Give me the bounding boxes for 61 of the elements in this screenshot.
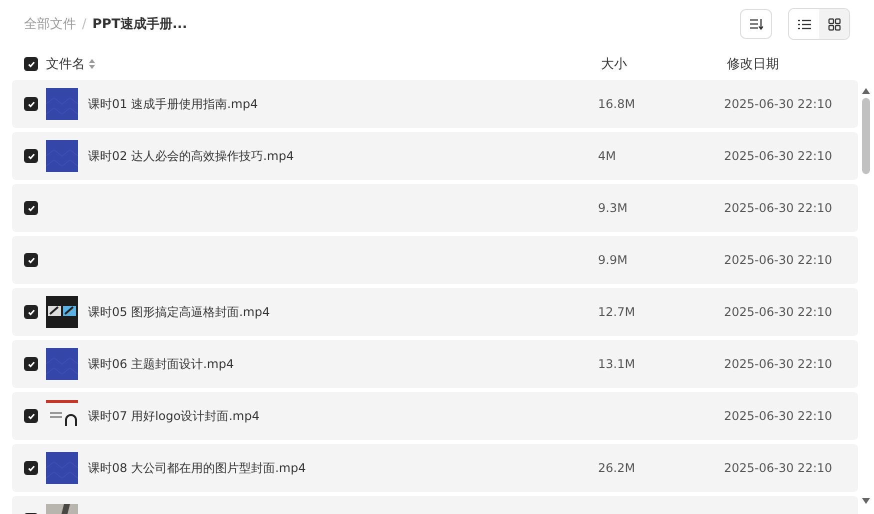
- list-icon: [798, 18, 810, 30]
- file-row[interactable]: 课时05 图形搞定高逼格封面.mp4 12.7M 2025-06-30 22:10: [12, 288, 858, 336]
- file-name: 课时01 速成手册使用指南.mp4: [88, 96, 258, 110]
- check-icon: [26, 308, 36, 316]
- file-name: 课时06 主题封面设计.mp4: [88, 356, 234, 370]
- checkbox[interactable]: [24, 305, 38, 319]
- checkbox[interactable]: [24, 253, 38, 267]
- breadcrumb-item[interactable]: PPT速成手册...: [92, 15, 188, 33]
- file-size: 12.7M: [598, 305, 636, 319]
- checkbox[interactable]: [24, 97, 38, 111]
- modified-date: 2025-06-30 22:10: [724, 97, 832, 111]
- check-icon: [26, 412, 36, 420]
- modified-date: 2025-06-30 22:10: [724, 253, 832, 267]
- sort-icon: [749, 18, 763, 30]
- scroll-down-icon[interactable]: [862, 498, 870, 504]
- scroll-up-icon[interactable]: [862, 88, 870, 94]
- check-icon: [26, 360, 36, 368]
- check-icon: [26, 464, 36, 472]
- file-size: 9.3M: [598, 201, 628, 215]
- sort-icon: [89, 59, 95, 69]
- modified-date: 2025-06-30 22:10: [724, 461, 832, 475]
- file-size: 16.8M: [598, 97, 636, 111]
- check-icon: [26, 60, 36, 68]
- modified-date: 2025-06-30 22:10: [724, 409, 832, 423]
- file-row[interactable]: 课时01 速成手册使用指南.mp4 16.8M 2025-06-30 22:10: [12, 80, 858, 128]
- modified-date: 2025-06-30 22:10: [724, 305, 832, 319]
- checkbox[interactable]: [24, 357, 38, 371]
- column-header: 修改日期: [727, 56, 779, 73]
- column-header[interactable]: 文件名: [46, 55, 85, 73]
- file-name: 课时08 大公司都在用的图片型封面.mp4: [88, 460, 306, 474]
- modified-date: 2025-06-30 22:10: [724, 149, 832, 163]
- checkbox[interactable]: [24, 409, 38, 423]
- checkbox[interactable]: [24, 461, 38, 475]
- check-icon: [26, 256, 36, 264]
- check-icon: [26, 152, 36, 160]
- check-icon: [26, 204, 36, 212]
- file-row[interactable]: 课时08 大公司都在用的图片型封面.mp4 26.2M 2025-06-30 22:10: [12, 444, 858, 492]
- checkbox[interactable]: [24, 149, 38, 163]
- modified-date: 2025-06-30 22:10: [724, 201, 832, 215]
- checkbox[interactable]: [24, 201, 38, 215]
- file-size: 26.2M: [598, 461, 636, 475]
- column-header: 大小: [601, 56, 628, 73]
- file-row[interactable]: 课时02 达人必会的高效操作技巧.mp4 4M 2025-06-30 22:10: [12, 132, 858, 180]
- file-row[interactable]: 课时06 主题封面设计.mp4 13.1M 2025-06-30 22:10: [12, 340, 858, 388]
- file-name: 课时02 达人必会的高效操作技巧.mp4: [88, 148, 294, 162]
- file-size: 4M: [598, 149, 616, 163]
- file-size: 13.1M: [598, 357, 636, 371]
- file-name: 课时05 图形搞定高逼格封面.mp4: [88, 304, 270, 318]
- modified-date: 2025-06-30 22:10: [724, 357, 832, 371]
- file-size: 9.9M: [598, 253, 628, 267]
- grid-view-button[interactable]: [819, 9, 849, 39]
- scrollbar-thumb[interactable]: [862, 98, 870, 174]
- breadcrumb-separator: /: [82, 16, 86, 32]
- file-row[interactable]: 9.3M 2025-06-30 22:10: [12, 184, 858, 232]
- grid-icon: [828, 18, 840, 30]
- file-name: 课时07 用好logo设计封面.mp4: [88, 408, 260, 422]
- checkbox[interactable]: [24, 57, 38, 71]
- check-icon: [26, 100, 36, 108]
- file-row[interactable]: 9.9M 2025-06-30 22:10: [12, 236, 858, 284]
- sort-button[interactable]: [740, 9, 772, 39]
- file-row[interactable]: 课时07 用好logo设计封面.mp4 2025-06-30 22:10: [12, 392, 858, 440]
